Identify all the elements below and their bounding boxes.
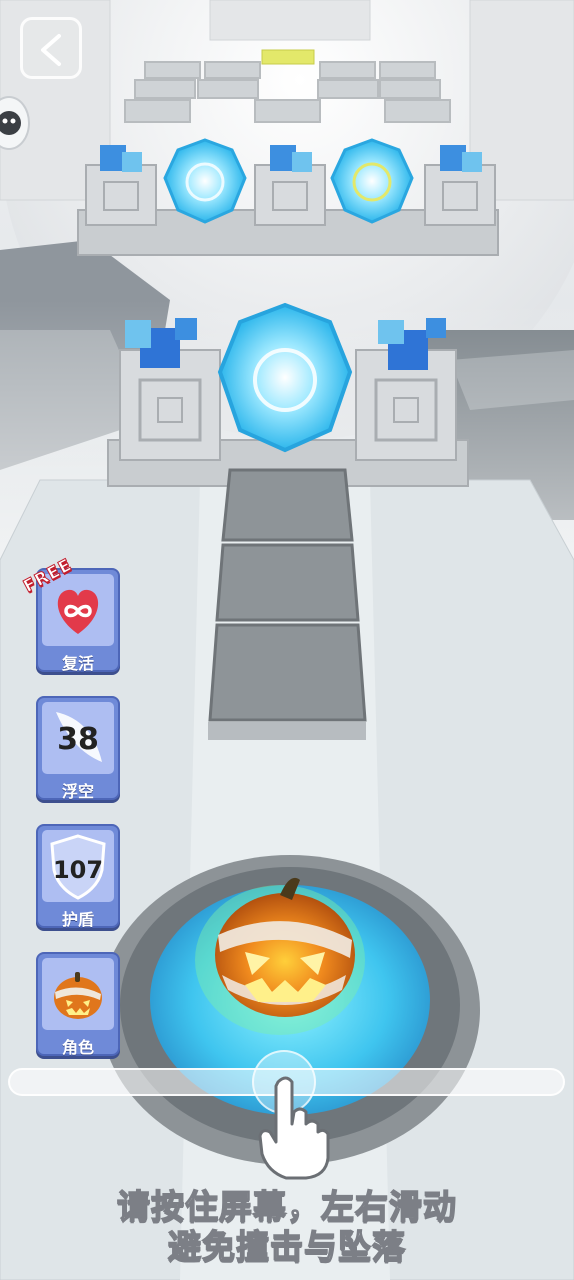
float-count: 38 (57, 722, 99, 757)
ghost-icon[interactable] (0, 96, 30, 150)
character-button[interactable]: 角色 (36, 952, 120, 1057)
chevron-left-icon (41, 34, 61, 66)
back-button[interactable] (20, 17, 82, 79)
character-label: 角色 (61, 1038, 94, 1057)
shield-count: 107 (52, 856, 104, 884)
pumpkin-icon (54, 972, 102, 1019)
instruction-line-2: 避免撞击与坠落 (167, 1226, 406, 1267)
shield-button[interactable]: 107 护盾 (36, 824, 120, 929)
infinite-heart-icon (57, 589, 99, 634)
revive-label: 复活 (61, 654, 94, 673)
float-button[interactable]: 38 浮空 (36, 696, 120, 801)
hand-pointer-icon (258, 1076, 330, 1180)
float-label: 浮空 (61, 782, 94, 801)
shield-label: 护盾 (61, 910, 94, 929)
